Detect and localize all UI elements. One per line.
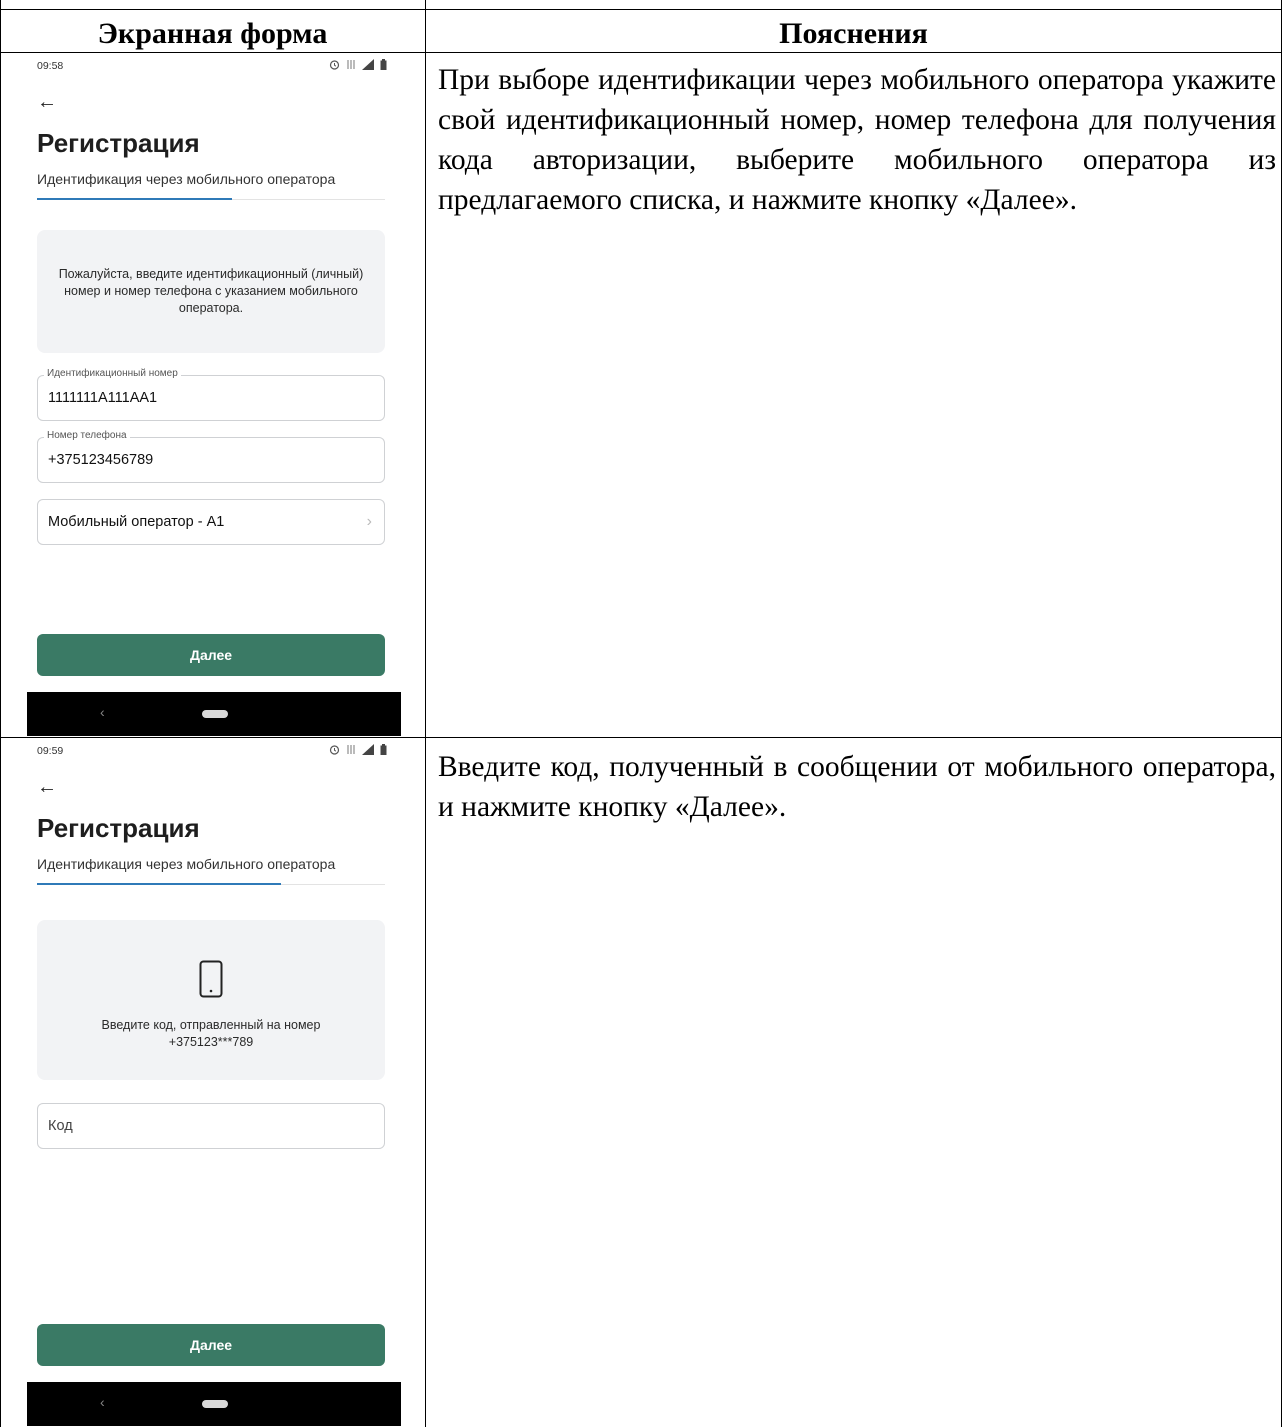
- operator-select-value: Мобильный оператор - А1: [48, 514, 225, 530]
- phone-number-label: Номер телефона: [44, 430, 130, 441]
- status-icons: [329, 744, 387, 755]
- smartphone-icon: [199, 960, 223, 1003]
- id-number-value[interactable]: 1111111A111AA1: [48, 390, 157, 406]
- status-time: 09:58: [37, 60, 64, 72]
- android-nav-bar: ‹: [27, 692, 401, 736]
- code-field[interactable]: Код: [37, 1103, 385, 1149]
- nav-back-icon[interactable]: ‹: [100, 704, 105, 720]
- page-title: Регистрация: [37, 813, 200, 843]
- code-placeholder[interactable]: Код: [48, 1118, 73, 1134]
- table-border-top: [0, 9, 1282, 10]
- data-icon: [346, 744, 356, 755]
- phone-number-value[interactable]: +375123456789: [48, 452, 153, 468]
- battery-icon: [380, 59, 387, 70]
- next-button[interactable]: Далее: [37, 634, 385, 676]
- column-header-notes: Пояснения: [779, 17, 928, 50]
- info-box: Пожалуйста, введите идентификационный (л…: [37, 230, 385, 353]
- phone-screen-registration: 09:58 ← Регистрация Идентификация через …: [27, 56, 401, 736]
- table-border-row: [0, 737, 1282, 738]
- signal-icon: [362, 59, 374, 70]
- nav-home-pill-icon[interactable]: [202, 710, 228, 718]
- progress-bar: [37, 198, 232, 200]
- signal-icon: [362, 744, 374, 755]
- data-icon: [346, 59, 356, 70]
- alarm-icon: [329, 744, 340, 755]
- operator-select[interactable]: Мобильный оператор - А1 ›: [37, 499, 385, 545]
- status-icons: [329, 59, 387, 70]
- chevron-right-icon: ›: [366, 513, 372, 530]
- column-header-screen: Экранная форма: [97, 17, 328, 50]
- battery-icon: [380, 744, 387, 755]
- description-step-1: При выборе идентификации через мобильног…: [438, 64, 1276, 216]
- id-number-field[interactable]: Идентификационный номер 1111111A111AA1: [37, 368, 385, 421]
- next-button[interactable]: Далее: [37, 1324, 385, 1366]
- table-border-left: [0, 0, 1, 1427]
- info-box: Введите код, отправленный на номер +3751…: [37, 920, 385, 1080]
- back-arrow-icon[interactable]: ←: [37, 92, 57, 112]
- phone-number-field[interactable]: Номер телефона +375123456789: [37, 430, 385, 483]
- android-nav-bar: ‹: [27, 1382, 401, 1426]
- status-bar: 09:59: [27, 741, 401, 763]
- info-text: Пожалуйста, введите идентификационный (л…: [58, 267, 364, 315]
- alarm-icon: [329, 59, 340, 70]
- back-arrow-icon[interactable]: ←: [37, 777, 57, 797]
- nav-back-icon[interactable]: ‹: [100, 1394, 105, 1410]
- info-text: Введите код, отправленный на номер +3751…: [101, 1018, 321, 1049]
- page-title: Регистрация: [37, 128, 200, 158]
- status-time: 09:59: [37, 745, 64, 757]
- table-border-middle: [425, 0, 426, 1427]
- status-bar: 09:58: [27, 56, 401, 78]
- page-subtitle: Идентификация через мобильного оператора: [37, 171, 336, 187]
- progress-bar: [37, 883, 281, 885]
- description-step-2: Введите код, полученный в сообщении от м…: [438, 751, 1276, 823]
- page-subtitle: Идентификация через мобильного оператора: [37, 856, 336, 872]
- phone-screen-code: 09:59 ← Регистрация Идентификация через …: [27, 741, 401, 1427]
- nav-home-pill-icon[interactable]: [202, 1400, 228, 1408]
- id-number-label: Идентификационный номер: [44, 368, 181, 379]
